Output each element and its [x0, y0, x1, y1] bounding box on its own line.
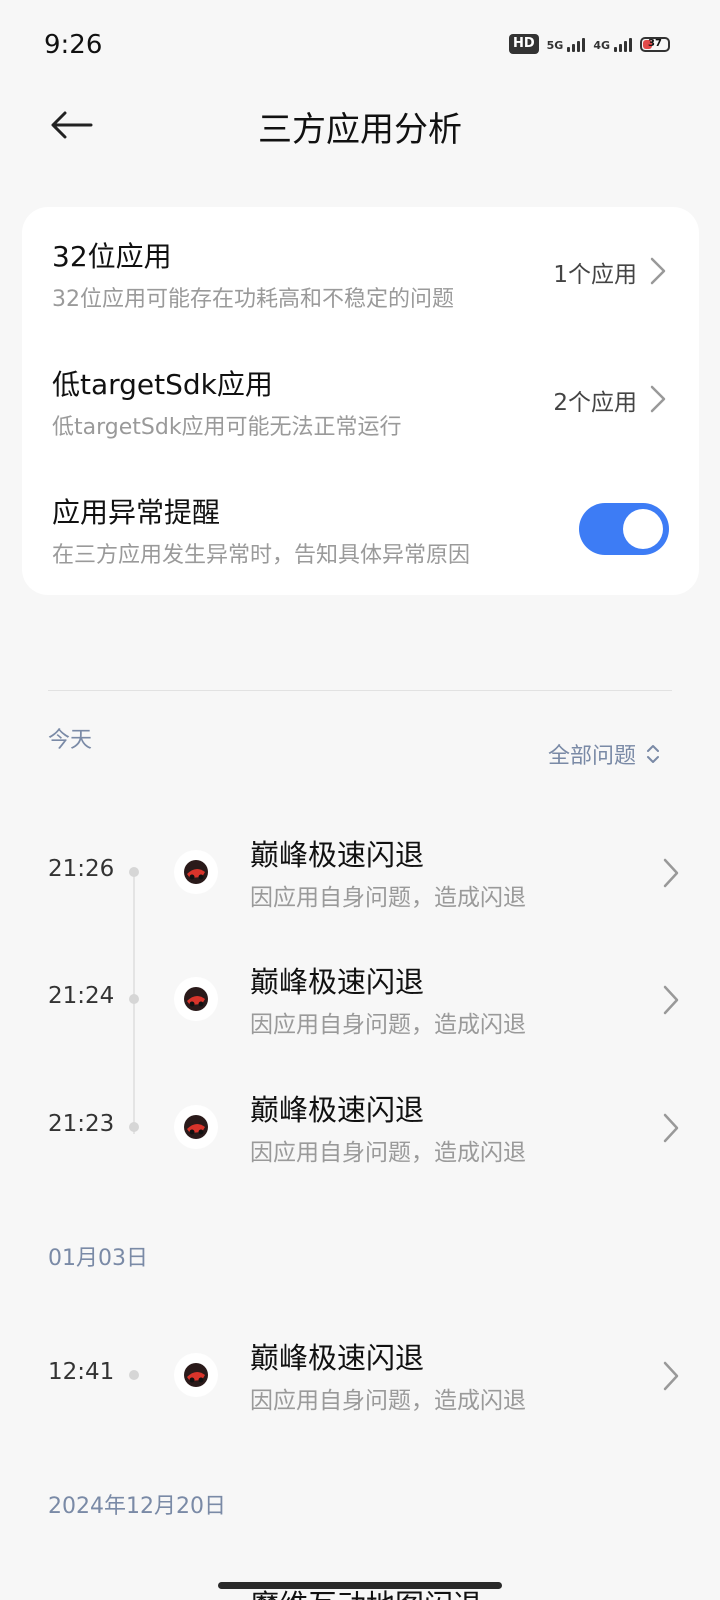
setting-title: 32位应用	[52, 240, 172, 273]
timeline-dot	[129, 1122, 139, 1132]
chevron-right-icon	[663, 1113, 679, 1143]
chevron-right-icon	[663, 985, 679, 1015]
chevron-right-icon	[663, 1361, 679, 1391]
event-title: 巅峰极速闪退	[250, 1341, 425, 1375]
event-time: 21:23	[48, 1111, 115, 1137]
net-5g-label: 5G	[546, 39, 564, 52]
battery-icon: 37	[640, 36, 670, 52]
app-icon	[174, 1353, 218, 1397]
event-title: 巅峰极速闪退	[250, 1093, 425, 1127]
event-subtitle: 因应用自身问题，造成闪退	[250, 1388, 526, 1414]
filter-label: 全部问题	[547, 744, 636, 769]
event-row[interactable]: 21:24 巅峰极速闪退 因应用自身问题，造成闪退	[0, 941, 720, 1061]
chevron-right-icon	[650, 257, 666, 285]
divider	[48, 690, 672, 691]
setting-title: 应用异常提醒	[52, 496, 221, 529]
event-row[interactable]: 21:23 巅峰极速闪退 因应用自身问题，造成闪退	[0, 1069, 720, 1189]
page-title: 三方应用分析	[258, 110, 462, 150]
setting-value: 2个应用	[553, 390, 637, 416]
hd-voice-icon: HD	[508, 34, 539, 54]
event-row[interactable]: 21:26 巅峰极速闪退 因应用自身问题，造成闪退	[0, 814, 720, 934]
exception-alert-toggle[interactable]	[579, 503, 669, 555]
setting-subtitle: 32位应用可能存在功耗高和不稳定的问题	[52, 287, 454, 312]
app-icon	[174, 850, 218, 894]
setting-value: 1个应用	[553, 262, 637, 288]
event-row[interactable]: 12:41 巅峰极速闪退 因应用自身问题，造成闪退	[0, 1317, 720, 1437]
chevron-up-down-icon	[647, 745, 659, 763]
setting-subtitle: 低targetSdk应用可能无法正常运行	[52, 415, 402, 440]
section-label-date: 01月03日	[48, 1246, 148, 1271]
home-indicator[interactable]	[218, 1582, 502, 1589]
header: 三方应用分析	[0, 90, 720, 160]
status-bar: 9:26 HD 5G 4G 37	[0, 0, 720, 90]
event-time: 21:26	[48, 856, 115, 882]
timeline-dot	[129, 867, 139, 877]
section-label-date: 2024年12月20日	[48, 1494, 226, 1519]
event-subtitle: 因应用自身问题，造成闪退	[250, 885, 526, 911]
timeline-dot	[129, 1370, 139, 1380]
status-time: 9:26	[44, 30, 103, 60]
battery-level: 37	[648, 38, 662, 49]
signal-4g-icon: 4G	[593, 36, 632, 52]
event-title: 巅峰极速闪退	[250, 838, 425, 872]
app-icon	[174, 977, 218, 1021]
setting-row-exception-alert: 应用异常提醒 在三方应用发生异常时，告知具体异常原因	[22, 463, 699, 591]
settings-card: 32位应用 32位应用可能存在功耗高和不稳定的问题 1个应用 低targetSd…	[22, 207, 699, 595]
net-4g-label: 4G	[593, 39, 610, 52]
timeline-dot	[129, 994, 139, 1004]
event-subtitle: 因应用自身问题，造成闪退	[250, 1012, 526, 1038]
toggle-knob	[623, 509, 663, 549]
setting-row-32bit-apps[interactable]: 32位应用 32位应用可能存在功耗高和不稳定的问题 1个应用	[22, 207, 699, 335]
setting-subtitle: 在三方应用发生异常时，告知具体异常原因	[52, 543, 471, 568]
status-icons: HD 5G 4G 37	[508, 34, 670, 54]
screen: 9:26 HD 5G 4G 37 三方应用分析 32位应用 32位应用可能存在功…	[0, 0, 720, 1600]
chevron-right-icon	[650, 385, 666, 413]
event-title: 巅峰极速闪退	[250, 965, 425, 999]
chevron-right-icon	[663, 858, 679, 888]
setting-row-low-targetsdk[interactable]: 低targetSdk应用 低targetSdk应用可能无法正常运行 2个应用	[22, 335, 699, 463]
issue-filter-dropdown[interactable]: 全部问题	[548, 738, 660, 770]
app-icon	[174, 1105, 218, 1149]
event-time: 21:24	[48, 983, 115, 1009]
section-label-today: 今天	[48, 728, 93, 753]
event-time: 12:41	[48, 1359, 115, 1385]
event-subtitle: 因应用自身问题，造成闪退	[250, 1140, 526, 1166]
signal-5g-icon: 5G	[547, 36, 586, 52]
setting-title: 低targetSdk应用	[52, 368, 273, 401]
